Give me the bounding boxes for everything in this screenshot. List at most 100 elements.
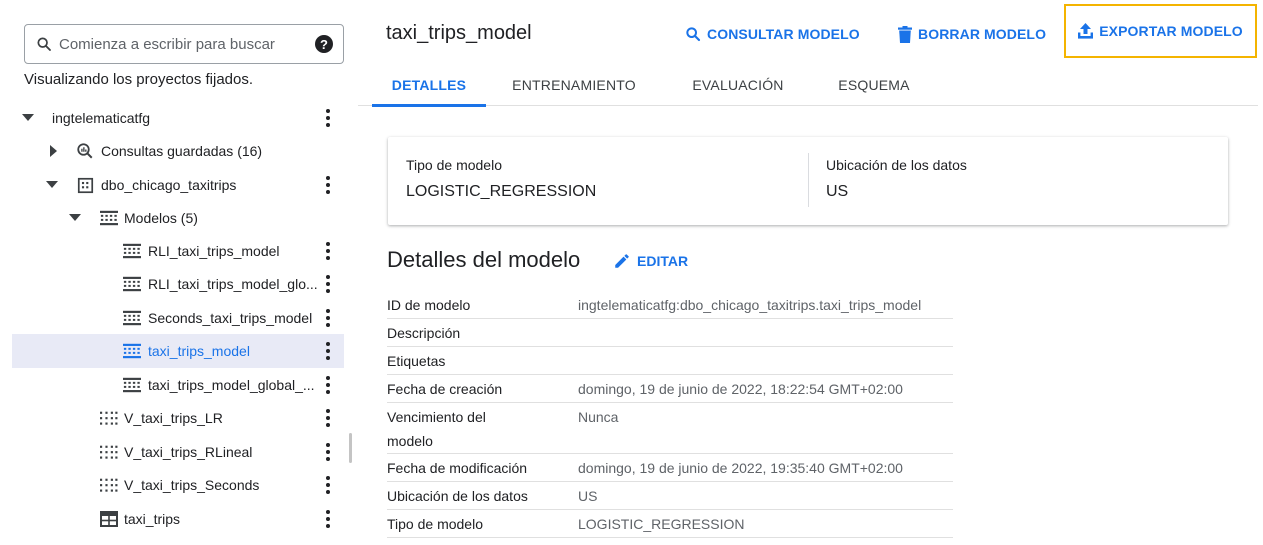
tab-training[interactable]: ENTRENAMIENTO bbox=[501, 63, 647, 106]
scrollbar[interactable] bbox=[349, 433, 352, 463]
detail-row: Tipo de modelo LOGISTIC_REGRESSION bbox=[387, 510, 953, 538]
tree-item-label: dbo_chicago_taxitrips bbox=[101, 177, 237, 193]
tree-item-dataset[interactable]: dbo_chicago_taxitrips bbox=[12, 168, 344, 202]
detail-value: domingo, 19 de junio de 2022, 19:35:40 G… bbox=[578, 460, 903, 476]
pencil-icon bbox=[615, 254, 629, 268]
detail-row: Ubicación de los datos US bbox=[387, 482, 953, 510]
detail-row: Fecha de creación domingo, 19 de junio d… bbox=[387, 375, 953, 403]
tree-item-models-folder[interactable]: Modelos (5) bbox=[12, 201, 344, 235]
dataset-icon bbox=[76, 176, 94, 194]
more-vert-icon[interactable] bbox=[324, 510, 332, 528]
detail-row: Fecha de modificación domingo, 19 de jun… bbox=[387, 454, 953, 482]
tree-item-model[interactable]: Seconds_taxi_trips_model bbox=[12, 301, 344, 335]
detail-value: US bbox=[578, 488, 598, 504]
page-title: taxi_trips_model bbox=[386, 22, 532, 44]
detail-key: Tipo de modelo bbox=[387, 516, 483, 532]
caret-down-icon[interactable] bbox=[46, 179, 58, 191]
tree-item-model[interactable]: RLI_taxi_trips_model bbox=[12, 234, 344, 268]
tab-details[interactable]: DETALLES bbox=[372, 63, 486, 107]
detail-row: Descripción bbox=[387, 319, 953, 347]
more-vert-icon[interactable] bbox=[324, 342, 332, 360]
more-vert-icon[interactable] bbox=[324, 443, 332, 461]
tree-item-label: Modelos (5) bbox=[124, 210, 198, 226]
model-summary-card: Tipo de modelo LOGISTIC_REGRESSION Ubica… bbox=[388, 137, 1228, 225]
tree-item-label: Consultas guardadas (16) bbox=[101, 143, 263, 159]
detail-value: domingo, 19 de junio de 2022, 18:22:54 G… bbox=[578, 381, 903, 397]
more-vert-icon[interactable] bbox=[324, 176, 332, 194]
detail-value: LOGISTIC_REGRESSION bbox=[578, 516, 745, 532]
search-input[interactable]: Comienza a escribir para buscar bbox=[59, 36, 315, 53]
divider bbox=[808, 153, 809, 207]
query-model-label: CONSULTAR MODELO bbox=[707, 26, 860, 42]
export-model-button[interactable]: EXPORTAR MODELO bbox=[1078, 19, 1243, 43]
data-location-label: Ubicación de los datos bbox=[826, 157, 967, 173]
table-icon bbox=[100, 510, 118, 528]
tree-item-project[interactable]: ingtelematicatfg bbox=[12, 101, 344, 135]
more-vert-icon[interactable] bbox=[324, 476, 332, 494]
detail-key: ID de modelo bbox=[387, 297, 471, 313]
tab-schema[interactable]: ESQUEMA bbox=[828, 63, 920, 106]
saved-query-icon bbox=[76, 142, 94, 160]
model-details-panel: taxi_trips_model CONSULTAR MODELO BORRAR… bbox=[358, 0, 1263, 545]
model-type-label: Tipo de modelo bbox=[406, 157, 502, 173]
tree-item-label: RLI_taxi_trips_model bbox=[148, 243, 280, 259]
tree-item-label: taxi_trips_model bbox=[148, 343, 250, 359]
caret-down-icon[interactable] bbox=[69, 212, 81, 224]
model-icon bbox=[123, 275, 141, 293]
tab-bar: DETALLES ENTRENAMIENTO EVALUACIÓN ESQUEM… bbox=[358, 63, 1258, 107]
data-location-value: US bbox=[826, 183, 849, 200]
more-vert-icon[interactable] bbox=[324, 309, 332, 327]
more-vert-icon[interactable] bbox=[324, 242, 332, 260]
detail-key: Etiquetas bbox=[387, 353, 446, 369]
model-type-field: Tipo de modelo LOGISTIC_REGRESSION bbox=[406, 157, 596, 201]
detail-key: Fecha de creación bbox=[387, 381, 503, 397]
detail-key: Descripción bbox=[387, 325, 461, 341]
delete-model-button[interactable]: BORRAR MODELO bbox=[898, 22, 1046, 46]
view-icon bbox=[100, 476, 118, 494]
more-vert-icon[interactable] bbox=[324, 376, 332, 394]
export-highlight: EXPORTAR MODELO bbox=[1064, 4, 1257, 58]
model-icon bbox=[123, 376, 141, 394]
detail-key: Fecha de modificación bbox=[387, 460, 528, 476]
model-type-value: LOGISTIC_REGRESSION bbox=[406, 183, 597, 200]
model-icon bbox=[123, 342, 141, 360]
help-icon[interactable]: ? bbox=[315, 35, 333, 53]
tree-item-model-selected[interactable]: taxi_trips_model bbox=[12, 334, 344, 368]
model-icon bbox=[100, 209, 118, 227]
tree-item-label: taxi_trips bbox=[124, 511, 181, 527]
caret-down-icon[interactable] bbox=[22, 112, 34, 124]
tree-item-view[interactable]: V_taxi_trips_Seconds bbox=[12, 468, 344, 502]
tree-item-table[interactable]: taxi_trips bbox=[12, 502, 344, 536]
export-model-label: EXPORTAR MODELO bbox=[1099, 23, 1243, 39]
upload-icon bbox=[1078, 23, 1094, 39]
search-icon bbox=[35, 35, 53, 53]
detail-value: ingtelematicatfg:dbo_chicago_taxitrips.t… bbox=[578, 297, 922, 313]
edit-label: EDITAR bbox=[637, 253, 689, 269]
view-icon bbox=[100, 409, 118, 427]
view-icon bbox=[100, 443, 118, 461]
tree-item-saved-queries[interactable]: Consultas guardadas (16) bbox=[12, 134, 344, 168]
delete-model-label: BORRAR MODELO bbox=[918, 26, 1047, 42]
more-vert-icon[interactable] bbox=[324, 409, 332, 427]
query-model-button[interactable]: CONSULTAR MODELO bbox=[685, 22, 860, 46]
detail-key: Ubicación de los datos bbox=[387, 488, 528, 504]
detail-key-line: modelo bbox=[387, 433, 433, 449]
tree-item-model[interactable]: taxi_trips_model_global_... bbox=[12, 368, 344, 402]
tree-item-view[interactable]: V_taxi_trips_RLineal bbox=[12, 435, 344, 469]
tab-evaluation[interactable]: EVALUACIÓN bbox=[676, 63, 800, 106]
section-title: Detalles del modelo bbox=[387, 247, 581, 272]
edit-button[interactable]: EDITAR bbox=[613, 252, 688, 270]
search-box[interactable]: Comienza a escribir para buscar ? bbox=[24, 24, 344, 64]
detail-row: Etiquetas bbox=[387, 347, 953, 375]
more-vert-icon[interactable] bbox=[324, 109, 332, 127]
more-vert-icon[interactable] bbox=[324, 275, 332, 293]
data-location-field: Ubicación de los datos US bbox=[826, 157, 967, 201]
tree-item-label: V_taxi_trips_LR bbox=[124, 410, 223, 426]
tree-item-view[interactable]: V_taxi_trips_LR bbox=[12, 401, 344, 435]
tree-item-model[interactable]: RLI_taxi_trips_model_glo... bbox=[12, 267, 344, 301]
caret-right-icon[interactable] bbox=[48, 145, 60, 157]
tree-item-label: V_taxi_trips_RLineal bbox=[124, 444, 253, 460]
tree-item-label: V_taxi_trips_Seconds bbox=[124, 477, 260, 493]
tree-item-label: ingtelematicatfg bbox=[52, 110, 151, 126]
model-icon bbox=[123, 242, 141, 260]
